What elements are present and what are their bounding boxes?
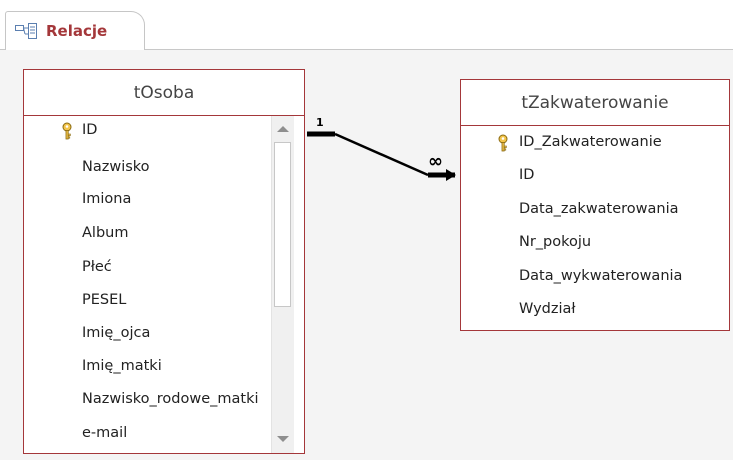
tab-bar: Relacje: [0, 0, 733, 50]
field-item[interactable]: Nazwisko_rodowe_matki: [82, 391, 268, 407]
field-item[interactable]: Album: [82, 225, 268, 241]
field-item[interactable]: ID_Zakwaterowanie: [519, 134, 724, 150]
field-item[interactable]: Wydział: [519, 301, 724, 317]
table-title[interactable]: tZakwaterowanie: [461, 80, 729, 126]
field-item[interactable]: Nazwisko: [82, 159, 268, 175]
field-item[interactable]: Imię_ojca: [82, 325, 268, 341]
field-item[interactable]: Data_zakwaterowania: [519, 201, 724, 217]
field-item[interactable]: ID: [82, 122, 268, 138]
primary-key-icon: [498, 134, 508, 152]
scroll-down-icon[interactable]: [272, 427, 294, 449]
field-item[interactable]: Data_wykwaterowania: [519, 268, 724, 284]
field-item[interactable]: ID: [519, 167, 724, 183]
table-title[interactable]: tOsoba: [24, 70, 304, 116]
field-item[interactable]: Płeć: [82, 259, 268, 275]
field-item[interactable]: Nr_pokoju: [519, 234, 724, 250]
field-item[interactable]: PESEL: [82, 292, 268, 308]
field-item[interactable]: Imiona: [82, 191, 268, 207]
tab-relacje[interactable]: Relacje: [5, 11, 145, 50]
tab-label: Relacje: [46, 22, 108, 40]
table-tzakwaterowanie[interactable]: tZakwaterowanie ID_Zakwaterowanie ID Dat…: [460, 79, 730, 331]
scroll-up-icon[interactable]: [272, 118, 294, 140]
field-item[interactable]: e-mail: [82, 425, 268, 441]
field-item[interactable]: Imię_matki: [82, 358, 268, 374]
vertical-scrollbar[interactable]: [271, 116, 294, 453]
primary-key-icon: [62, 122, 72, 140]
relationships-icon: [15, 23, 37, 39]
scrollbar-thumb[interactable]: [274, 142, 291, 307]
table-tosoba[interactable]: tOsoba ID Nazwisko Imiona Album Płeć PES…: [23, 69, 305, 454]
